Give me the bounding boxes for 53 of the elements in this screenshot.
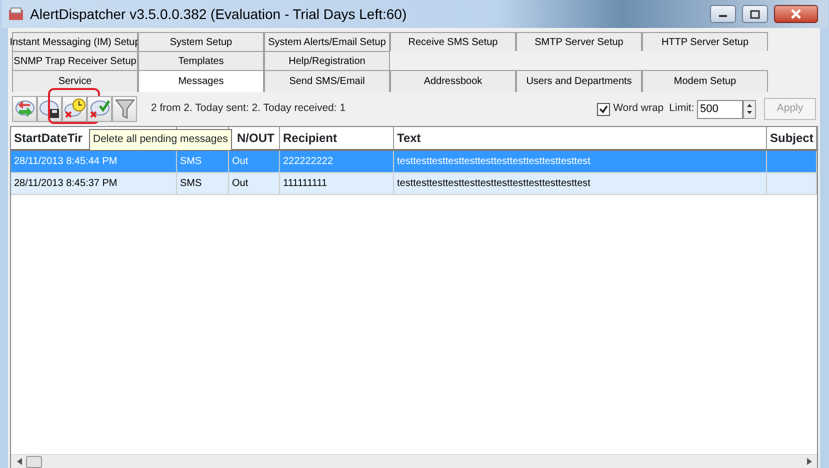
table-cell: 28/11/2013 8:45:44 PM: [11, 151, 177, 173]
column-header: N/OUT: [229, 127, 280, 151]
toolbar-button[interactable]: [112, 96, 137, 122]
scroll-thumb[interactable]: [26, 456, 42, 468]
table-cell: Out: [229, 173, 280, 195]
tab[interactable]: Help/Registration: [264, 51, 390, 70]
limit-label: Limit:: [669, 101, 694, 116]
maximize-button[interactable]: [742, 5, 768, 23]
table-cell: testtesttesttesttesttesttesttesttesttesttesttest: [394, 173, 767, 195]
tab[interactable]: Receive SMS Setup: [390, 32, 516, 51]
maximize-icon: [750, 10, 760, 18]
horizontal-scrollbar[interactable]: [11, 454, 817, 468]
filter-icon: [114, 98, 136, 120]
table-cell: Out: [229, 151, 280, 173]
minimize-button[interactable]: [710, 5, 736, 23]
word-wrap-label: Word wrap: [613, 101, 664, 116]
table-cell: SMS: [177, 151, 229, 173]
tab[interactable]: HTTP Server Setup: [642, 32, 768, 51]
save-icon: [38, 98, 60, 120]
refresh-icon: [14, 98, 36, 120]
tooltip: Delete all pending messages: [89, 129, 232, 151]
table-cell: testtesttesttesttesttesttesttesttesttesttesttest: [394, 151, 767, 173]
table-cell: SMS: [177, 173, 229, 195]
spin-buttons[interactable]: [743, 100, 756, 118]
column-header: Recipient: [280, 127, 394, 151]
window-title: AlertDispatcher v3.5.0.0.382 (Evaluation - Trial Days Left:60): [30, 4, 408, 24]
app-icon: [8, 6, 24, 22]
tab[interactable]: SNMP Trap Receiver Setup: [12, 51, 138, 70]
tab[interactable]: Users and Departments: [516, 70, 642, 92]
check-delete-icon: [88, 98, 110, 120]
table-cell: 222222222: [280, 151, 394, 173]
tab[interactable]: Send SMS/Email: [264, 70, 390, 92]
table-cell: 111111111: [280, 173, 394, 195]
scroll-left-icon: [16, 458, 22, 465]
status-text: 2 from 2. Today sent: 2. Today received: 1: [151, 101, 346, 116]
column-header: Subject: [767, 127, 817, 151]
close-button[interactable]: [774, 5, 818, 23]
tab[interactable]: Addressbook: [390, 70, 516, 92]
tab[interactable]: Messages: [138, 70, 264, 92]
word-wrap-checkbox[interactable]: [597, 102, 610, 116]
toolbar-button[interactable]: [37, 96, 62, 122]
clock-delete-icon: [64, 98, 86, 120]
limit-field[interactable]: 500: [697, 100, 743, 118]
tab[interactable]: SMTP Server Setup: [516, 32, 642, 51]
tab[interactable]: System Setup: [138, 32, 264, 51]
tab[interactable]: Service: [12, 70, 138, 92]
close-icon: [790, 9, 802, 19]
table-cell: 28/11/2013 8:45:37 PM: [11, 173, 177, 195]
column-header: Text: [394, 127, 767, 151]
tab[interactable]: Modem Setup: [642, 70, 768, 92]
tab[interactable]: System Alerts/Email Setup: [264, 32, 390, 51]
tab[interactable]: Templates: [138, 51, 264, 70]
scroll-right-icon: [806, 458, 812, 465]
